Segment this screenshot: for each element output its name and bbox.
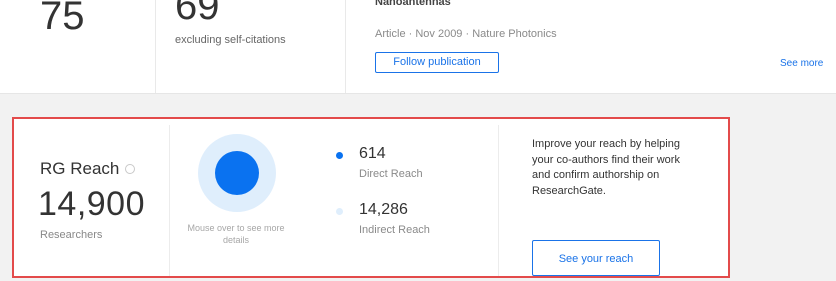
see-your-reach-button[interactable]: See your reach	[532, 240, 660, 276]
publication-meta: Article · Nov 2009 · Nature Photonics	[375, 28, 557, 40]
reach-donut-center	[215, 151, 259, 195]
indirect-reach-dot	[336, 208, 343, 215]
reach-donut-chart[interactable]	[198, 134, 276, 212]
chart-hint: Mouse over to see more details	[187, 223, 285, 245]
rg-reach-unit: Researchers	[40, 229, 103, 241]
rg-reach-header: RG Reach	[40, 159, 136, 179]
column-divider	[345, 0, 347, 93]
follow-publication-button[interactable]: Follow publication	[375, 52, 499, 73]
rg-reach-label: RG Reach	[40, 159, 120, 178]
rg-reach-total: 14,900	[38, 185, 145, 223]
info-icon[interactable]	[125, 164, 136, 174]
publication-title[interactable]: Nanoantennas	[375, 0, 451, 8]
citations-count: 75	[40, 0, 85, 38]
divider	[498, 125, 499, 276]
direct-reach-label: Direct Reach	[359, 168, 423, 180]
direct-reach-value: 614	[359, 145, 386, 162]
reach-promo-text: Improve your reach by helping your co-au…	[532, 138, 680, 197]
page: 75 69 excluding self-citations Nanoanten…	[0, 0, 836, 281]
divider	[169, 125, 170, 276]
indirect-reach-label: Indirect Reach	[359, 224, 430, 236]
indirect-reach-value: 14,286	[359, 201, 408, 218]
publication-stats-card: 75 69 excluding self-citations Nanoanten…	[0, 0, 836, 94]
rg-reach-card: RG Reach 14,900 Researchers Mouse over t…	[12, 117, 730, 278]
self-citations-count: 69	[175, 0, 220, 28]
self-citations-caption: excluding self-citations	[175, 34, 286, 46]
see-more-link[interactable]: See more	[780, 58, 823, 69]
direct-reach-dot	[336, 152, 343, 159]
